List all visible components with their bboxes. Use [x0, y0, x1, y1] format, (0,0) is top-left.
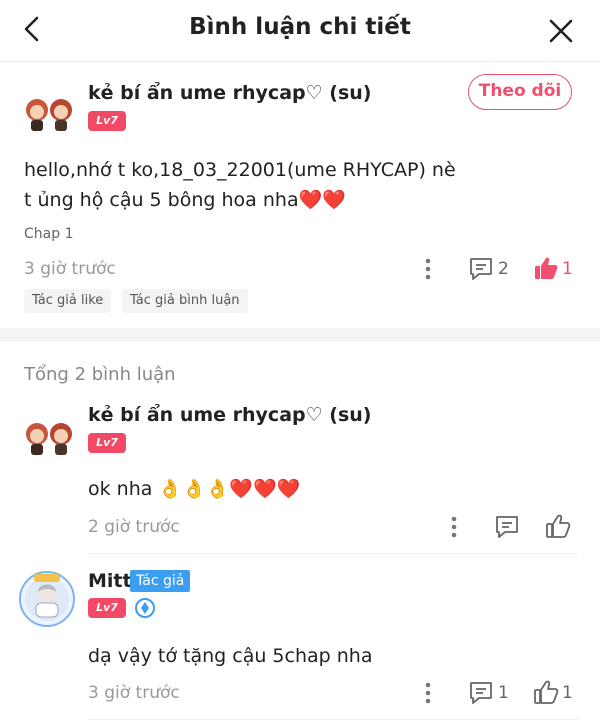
comment-text-line-2: t ủng hộ cậu 5 bông hoa nha❤️❤️	[24, 189, 346, 211]
avatar[interactable]	[22, 418, 76, 458]
author-badge: Tác giả	[130, 570, 191, 592]
reply-timestamp: 2 giờ trước	[88, 517, 180, 537]
follow-button[interactable]: Theo dõi	[468, 74, 572, 110]
reply-timestamp: 3 giờ trước	[88, 683, 180, 703]
level-badge: Lv7	[88, 433, 126, 453]
divider	[88, 719, 578, 720]
reply-text: dạ vậy tớ tặng cậu 5chap nha	[88, 645, 373, 667]
like-outline-icon[interactable]	[545, 513, 571, 539]
avatar[interactable]	[22, 94, 76, 134]
reply-username[interactable]: Mitt	[88, 570, 132, 592]
reply-username[interactable]: kẻ bí ẩn ume rhycap♡ (su)	[88, 404, 371, 426]
reply-icon[interactable]	[494, 514, 520, 540]
more-options-icon[interactable]	[424, 257, 432, 281]
close-icon[interactable]	[546, 16, 576, 46]
like-count: 1	[562, 259, 573, 279]
reply-count: 1	[498, 683, 509, 703]
reply-icon[interactable]	[468, 680, 494, 706]
total-comments-label: Tổng 2 bình luận	[24, 364, 176, 385]
page-title: Bình luận chi tiết	[189, 14, 411, 40]
reply-text: ok nha 👌👌👌❤️❤️❤️	[88, 478, 301, 500]
like-filled-icon[interactable]	[533, 255, 559, 281]
level-badge: Lv7	[88, 111, 126, 131]
divider	[88, 553, 578, 554]
verified-badge-icon	[135, 598, 155, 618]
reply-icon[interactable]	[468, 256, 494, 282]
comment-timestamp: 3 giờ trước	[24, 259, 116, 279]
author-avatar[interactable]	[18, 570, 76, 628]
more-options-icon[interactable]	[450, 515, 458, 539]
more-options-icon[interactable]	[424, 681, 432, 705]
header-bar: Bình luận chi tiết	[0, 0, 600, 62]
reply-count: 2	[498, 259, 509, 279]
section-separator	[0, 328, 600, 342]
chapter-label[interactable]: Chap 1	[24, 226, 73, 242]
level-badge: Lv7	[88, 598, 126, 618]
comment-text-line-1: hello,nhớ t ko,18_03_22001(ume RHYCAP) n…	[24, 159, 456, 181]
tag-author-like: Tác giả like	[24, 289, 112, 313]
like-outline-icon[interactable]	[533, 679, 559, 705]
like-count: 1	[562, 683, 573, 703]
tag-author-comment: Tác giả bình luận	[122, 289, 248, 313]
comment-username[interactable]: kẻ bí ẩn ume rhycap♡ (su)	[88, 82, 371, 104]
